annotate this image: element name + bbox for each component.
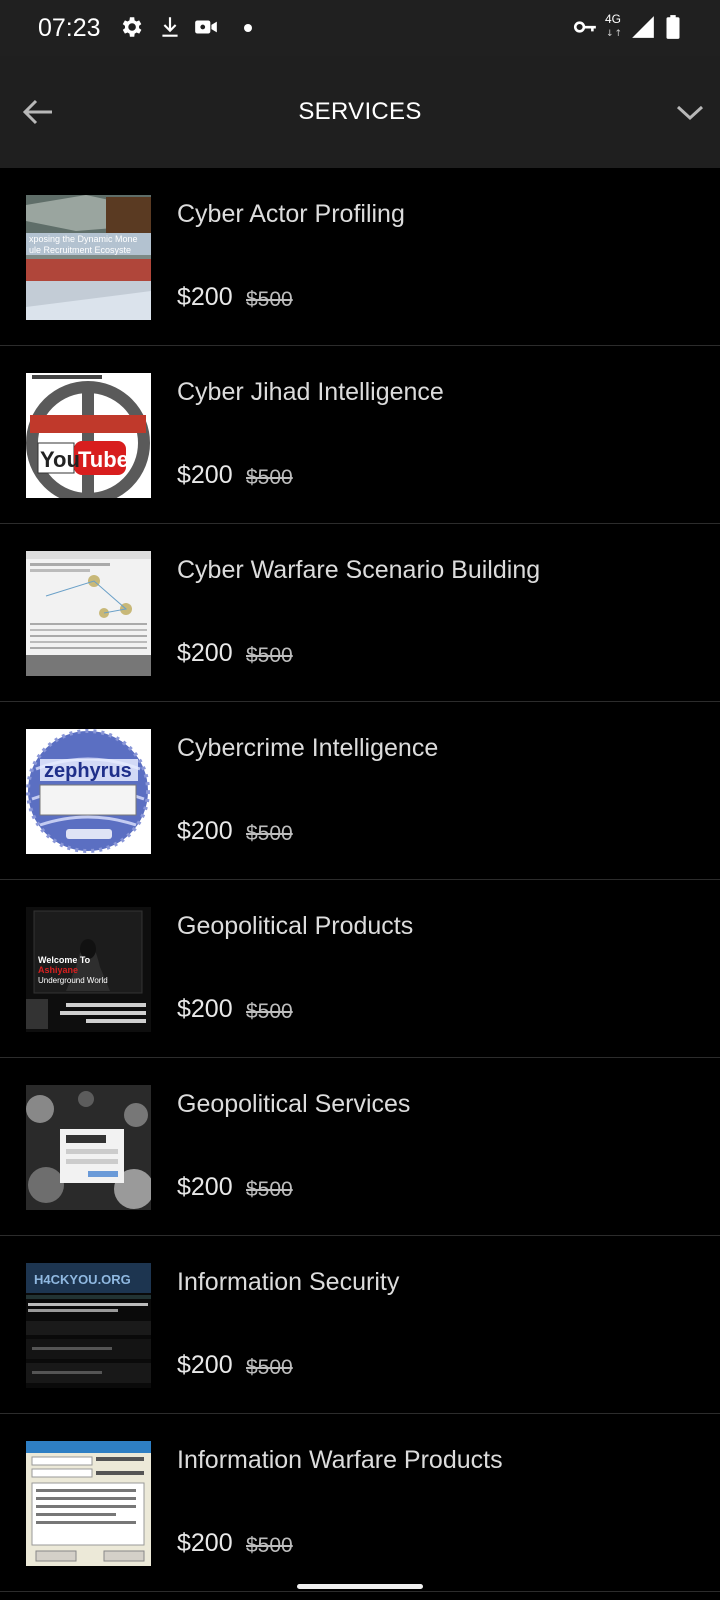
thumbnail-caption-line2: Ashiyane	[38, 965, 78, 975]
service-original-price: $500	[246, 466, 293, 489]
data-activity-icon: ↓↑	[606, 29, 624, 39]
service-original-price: $500	[246, 822, 293, 845]
service-price: $200	[177, 461, 233, 489]
service-price: $200	[177, 817, 233, 845]
service-thumbnail	[26, 1441, 151, 1566]
thumbnail-caption-line3: Underground World	[38, 976, 108, 985]
settings-icon	[122, 17, 142, 37]
signal-icon	[632, 16, 654, 38]
thumbnail-caption-line1: Welcome To	[38, 955, 91, 965]
service-item[interactable]: Cyber Warfare Scenario Building $200 $50…	[0, 524, 720, 702]
app-bar: SERVICES	[0, 56, 720, 168]
service-price: $200	[177, 1351, 233, 1379]
gesture-nav-handle[interactable]	[297, 1584, 423, 1589]
service-name: Information Warfare Products	[177, 1446, 503, 1474]
service-item[interactable]: zephyrus Cybercrime Intelligence $200 $5…	[0, 702, 720, 880]
service-name: Cybercrime Intelligence	[177, 734, 439, 762]
service-name: Geopolitical Services	[177, 1090, 411, 1118]
status-time: 07:23	[38, 14, 101, 42]
service-price: $200	[177, 283, 233, 311]
service-name: Cyber Warfare Scenario Building	[177, 556, 541, 584]
service-name: Cyber Actor Profiling	[177, 200, 405, 228]
chevron-down-icon[interactable]	[672, 98, 708, 126]
network-type: 4G	[605, 12, 622, 26]
service-thumbnail: xposing the Dynamic Mone ule Recruitment…	[26, 195, 151, 320]
service-original-price: $500	[246, 1534, 293, 1557]
service-item[interactable]: Information Warfare Products $200 $500	[0, 1414, 720, 1592]
service-item[interactable]: H4CKYOU.ORG Information Security $200 $5…	[0, 1236, 720, 1414]
service-original-price: $500	[246, 1000, 293, 1023]
service-name: Information Security	[177, 1268, 400, 1296]
service-original-price: $500	[246, 644, 293, 667]
notification-dot	[244, 24, 252, 32]
service-original-price: $500	[246, 1356, 293, 1379]
service-price: $200	[177, 1529, 233, 1557]
service-name: Geopolitical Products	[177, 912, 414, 940]
service-original-price: $500	[246, 288, 293, 311]
service-price: $200	[177, 1173, 233, 1201]
page-title: SERVICES	[298, 98, 422, 125]
service-price: $200	[177, 639, 233, 667]
thumbnail-logo-text: You	[40, 447, 80, 472]
service-thumbnail: You Tube	[26, 373, 151, 498]
download-icon	[162, 17, 178, 37]
service-thumbnail: H4CKYOU.ORG	[26, 1263, 151, 1388]
thumbnail-logo-text: H4CKYOU.ORG	[34, 1272, 131, 1287]
service-thumbnail	[26, 1085, 151, 1210]
video-camera-icon	[195, 20, 217, 34]
service-item[interactable]: Welcome To Ashiyane Underground World Ge…	[0, 880, 720, 1058]
status-bar: 07:23 4G ↓↑	[0, 0, 720, 56]
thumbnail-logo-text: zephyrus	[44, 760, 132, 782]
service-name: Cyber Jihad Intelligence	[177, 378, 444, 406]
thumbnail-caption-line1: xposing the Dynamic Mone	[29, 234, 138, 244]
battery-icon	[666, 15, 680, 39]
service-item[interactable]: Geopolitical Services $200 $500	[0, 1058, 720, 1236]
service-original-price: $500	[246, 1178, 293, 1201]
service-thumbnail: zephyrus	[26, 729, 151, 854]
service-price: $200	[177, 995, 233, 1023]
vpn-key-icon	[573, 21, 596, 33]
thumbnail-caption-line2: ule Recruitment Ecosyste	[29, 245, 131, 255]
service-item[interactable]: xposing the Dynamic Mone ule Recruitment…	[0, 168, 720, 346]
service-thumbnail: Welcome To Ashiyane Underground World	[26, 907, 151, 1032]
thumbnail-logo-text: Tube	[78, 447, 129, 472]
service-thumbnail	[26, 551, 151, 676]
services-list: xposing the Dynamic Mone ule Recruitment…	[0, 168, 720, 1592]
service-item[interactable]: You Tube Cyber Jihad Intelligence $200 $…	[0, 346, 720, 524]
